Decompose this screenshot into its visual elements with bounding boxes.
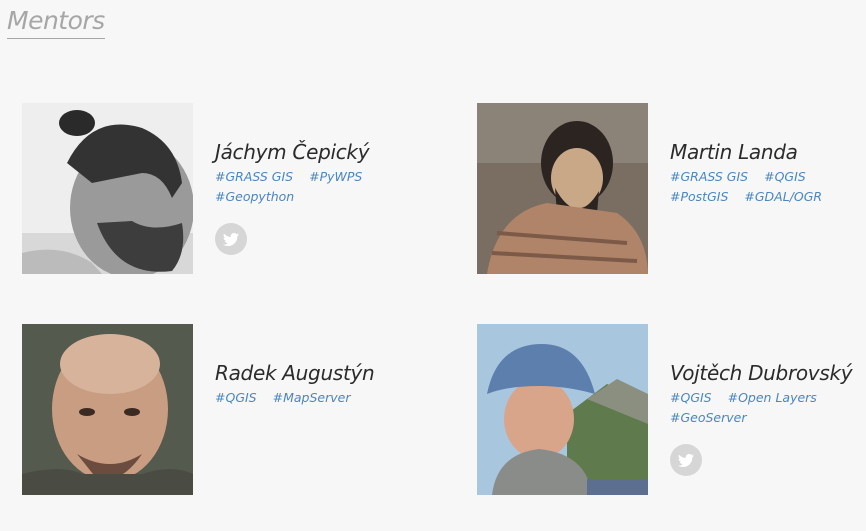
tag-link[interactable]: #PyWPS bbox=[309, 169, 362, 184]
mentor-tags: #GRASS GIS #QGIS #PostGIS #GDAL/OGR bbox=[670, 167, 866, 207]
mentor-photo bbox=[477, 103, 648, 274]
twitter-icon[interactable] bbox=[670, 444, 702, 476]
section-title: Mentors bbox=[7, 6, 105, 39]
mentor-photo bbox=[22, 103, 193, 274]
mentor-name: Jáchym Čepický bbox=[215, 140, 370, 164]
mentor-card-dubrovsky: Vojtěch Dubrovský #QGIS #Open Layers #Ge… bbox=[477, 324, 866, 495]
tag-link[interactable]: #Open Layers bbox=[728, 390, 817, 405]
mentor-photo bbox=[22, 324, 193, 495]
tag-link[interactable]: #GDAL/OGR bbox=[744, 189, 822, 204]
tag-link[interactable]: #QGIS bbox=[215, 390, 257, 405]
mentor-card-landa: Martin Landa #GRASS GIS #QGIS #PostGIS #… bbox=[477, 103, 866, 274]
tag-link[interactable]: #GeoServer bbox=[670, 410, 747, 425]
mentor-card-cepicky: Jáchym Čepický #GRASS GIS #PyWPS #Geopyt… bbox=[22, 103, 422, 274]
tag-link[interactable]: #GRASS GIS bbox=[215, 169, 293, 184]
mentor-name: Radek Augustýn bbox=[215, 361, 375, 385]
mentor-tags: #QGIS #Open Layers #GeoServer bbox=[670, 388, 866, 428]
twitter-icon[interactable] bbox=[215, 223, 247, 255]
tag-link[interactable]: #PostGIS bbox=[670, 189, 728, 204]
mentor-name: Vojtěch Dubrovský bbox=[670, 361, 853, 385]
tag-link[interactable]: #MapServer bbox=[273, 390, 351, 405]
tag-link[interactable]: #Geopython bbox=[215, 189, 294, 204]
tag-link[interactable]: #QGIS bbox=[670, 390, 712, 405]
mentor-card-augustyn: Radek Augustýn #QGIS #MapServer bbox=[22, 324, 422, 495]
tag-link[interactable]: #GRASS GIS bbox=[670, 169, 748, 184]
tag-link[interactable]: #QGIS bbox=[764, 169, 806, 184]
mentor-photo bbox=[477, 324, 648, 495]
mentor-name: Martin Landa bbox=[670, 140, 798, 164]
mentor-tags: #QGIS #MapServer bbox=[215, 388, 415, 408]
mentor-tags: #GRASS GIS #PyWPS #Geopython bbox=[215, 167, 415, 207]
